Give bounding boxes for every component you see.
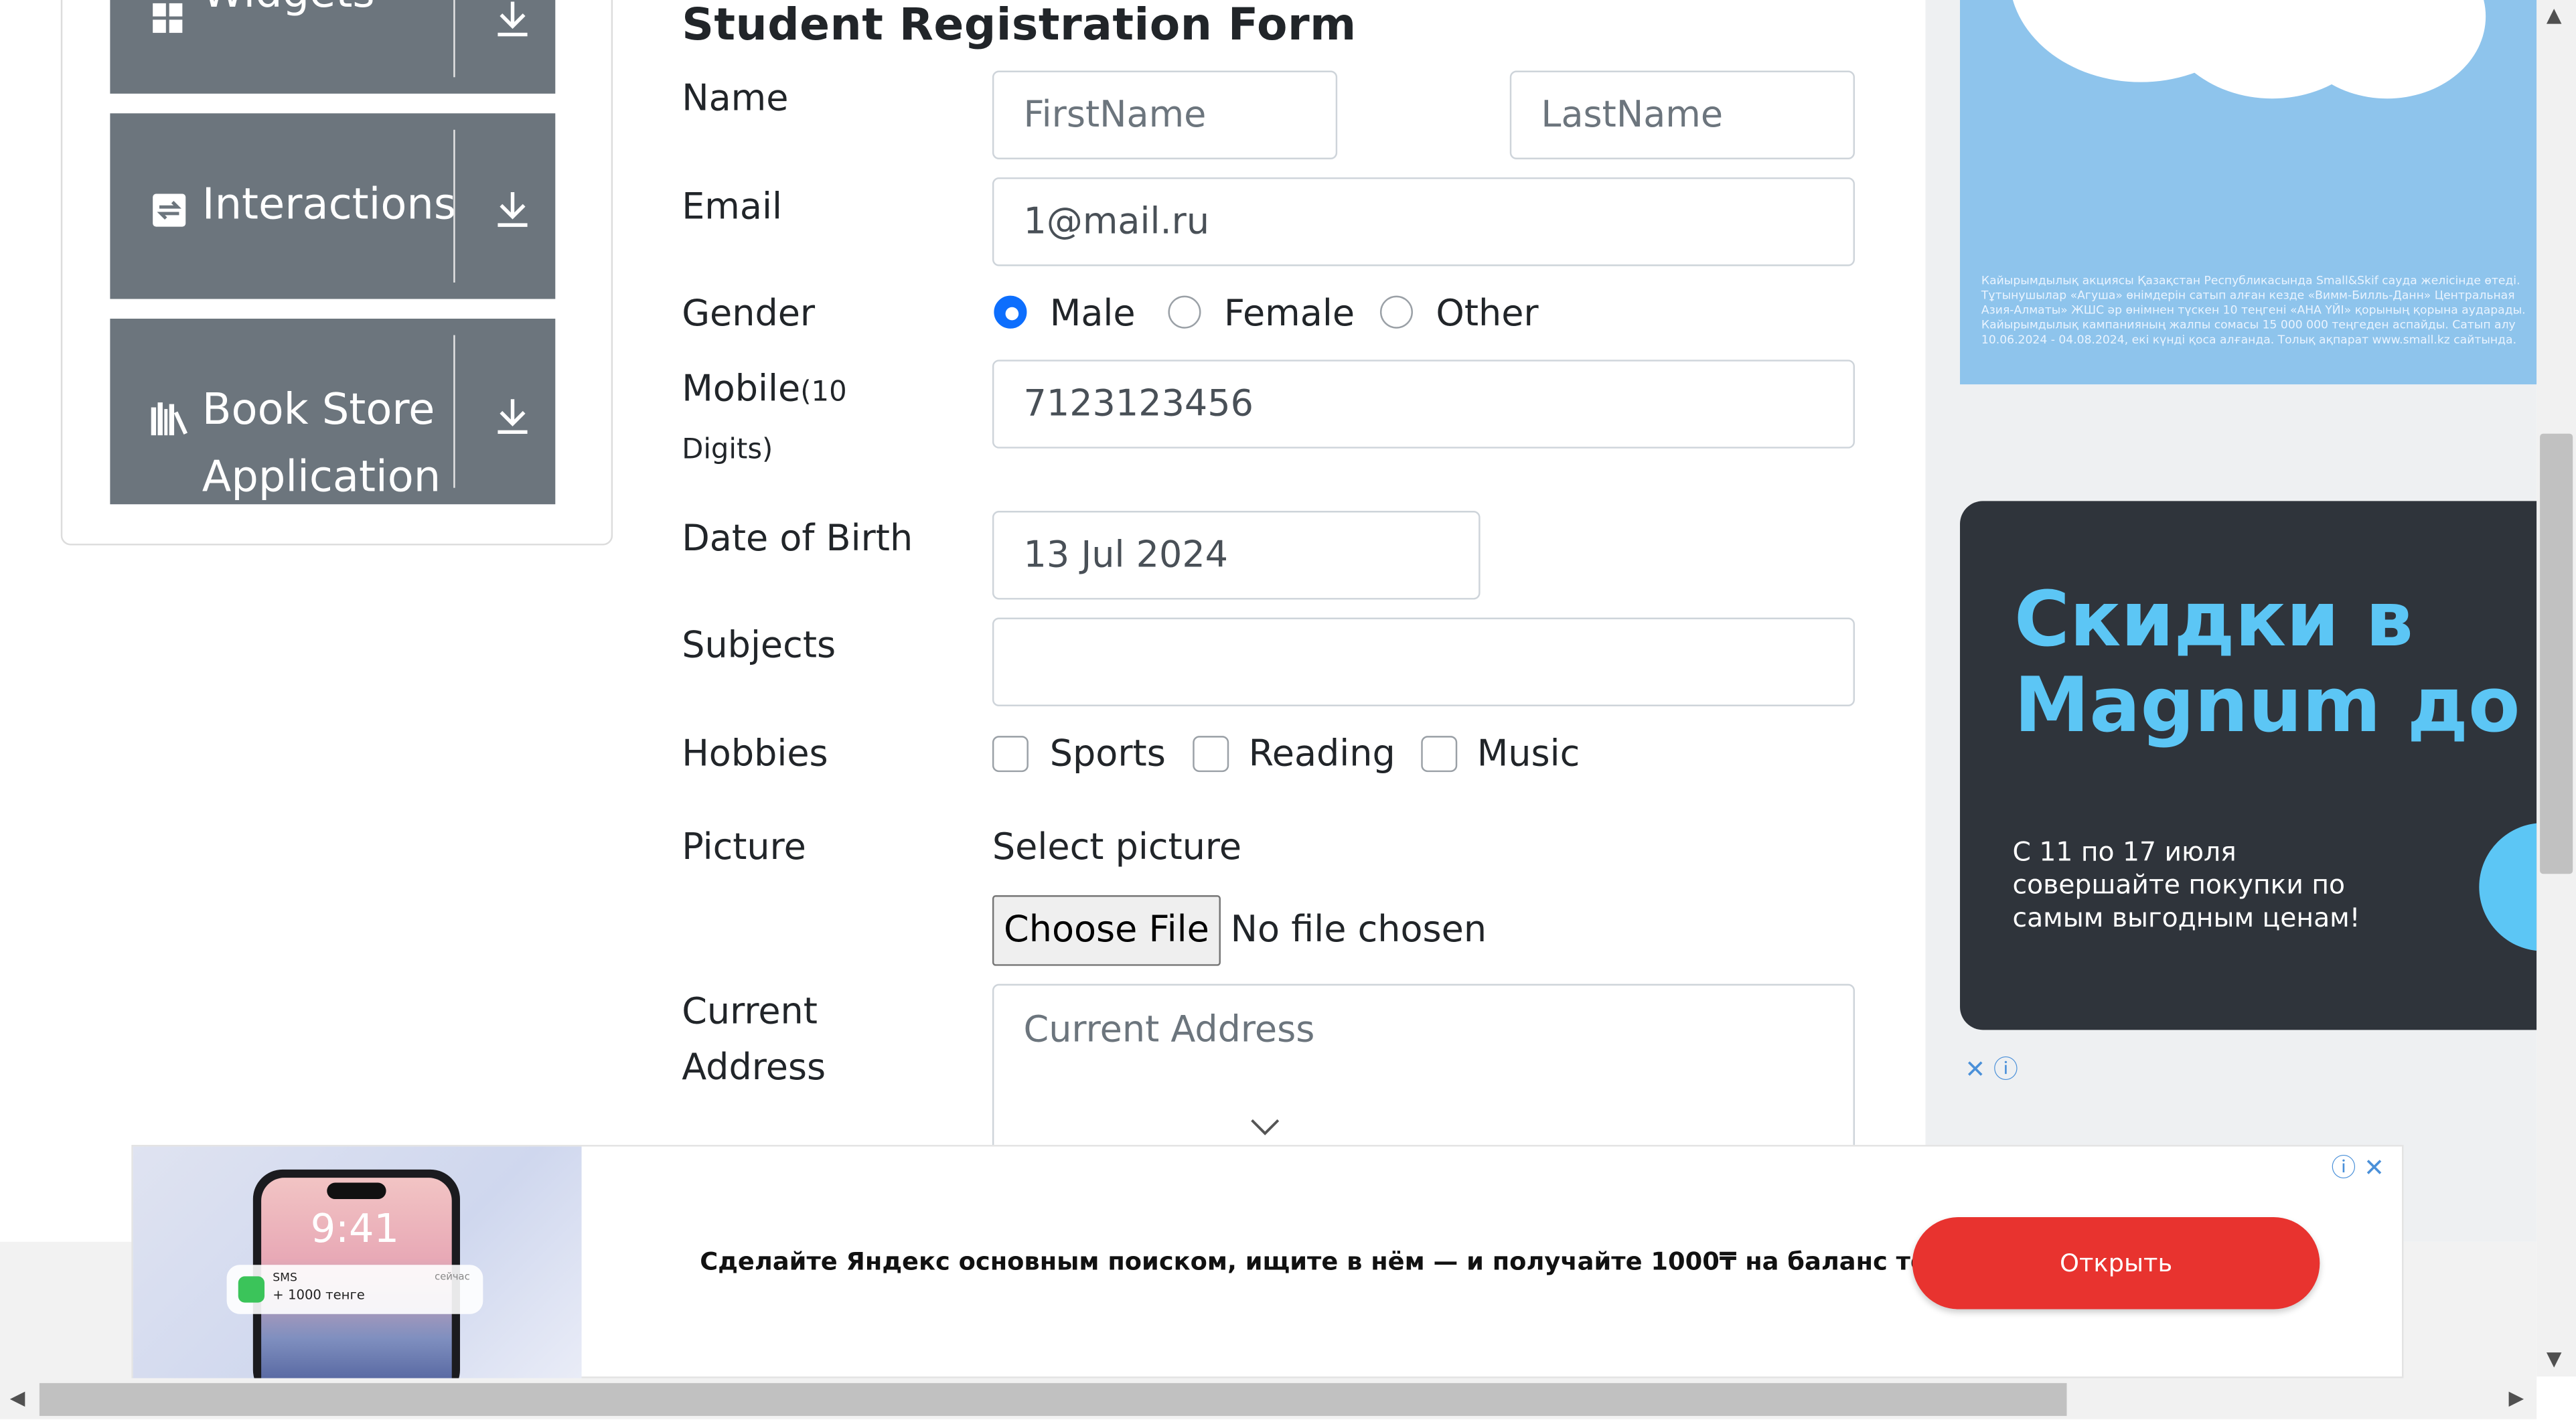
gender-other-radio[interactable] <box>1379 295 1414 329</box>
horizontal-scroll-thumb[interactable] <box>39 1383 2067 1416</box>
address-label: Current <box>682 992 818 1034</box>
mobile-label: Mobile(10 <box>682 370 846 410</box>
gender-female-label[interactable]: Female <box>1224 294 1355 335</box>
file-status: No file chosen <box>1230 910 1487 951</box>
hobby-reading-checkbox[interactable] <box>1193 736 1229 773</box>
download-icon[interactable] <box>491 394 534 437</box>
ad-controls[interactable]: ✕ ⓘ <box>1965 1051 2018 1086</box>
gender-male-label[interactable]: Male <box>1050 294 1136 335</box>
scroll-right-arrow-icon[interactable]: ▶ <box>2508 1387 2524 1409</box>
nav-group-widgets[interactable]: Widgets <box>110 0 556 94</box>
gender-female-radio[interactable] <box>1168 295 1201 329</box>
ad-fine-print: Кайырымдылық акциясы Қазақстан Республик… <box>1981 274 2526 347</box>
scroll-left-arrow-icon[interactable]: ◀ <box>10 1387 25 1409</box>
phone-time: 9:41 <box>310 1205 399 1252</box>
email-input[interactable]: 1@mail.ru <box>992 177 1855 266</box>
gender-male-radio[interactable] <box>994 295 1027 329</box>
nav-group-label: Interactions <box>202 180 457 230</box>
hobby-sports-label[interactable]: Sports <box>1050 734 1166 775</box>
banner-open-button[interactable]: Открыть <box>1912 1217 2320 1310</box>
email-label: Email <box>682 187 782 229</box>
subjects-input[interactable] <box>992 617 1855 707</box>
scroll-down-arrow-icon[interactable]: ▼ <box>2547 1347 2562 1370</box>
download-icon[interactable] <box>491 187 534 230</box>
banner-controls[interactable]: ⓘ ✕ <box>2332 1150 2384 1184</box>
divider <box>453 0 455 78</box>
last-name-input[interactable]: LastName <box>1509 70 1855 159</box>
nav-group-label: Book Store <box>202 386 435 436</box>
info-icon[interactable]: ⓘ <box>2332 1153 2356 1182</box>
divider <box>453 335 455 488</box>
interactions-icon <box>153 193 186 227</box>
nav-group-label: Widgets <box>202 0 375 28</box>
mobile-hint: (10 <box>800 376 847 409</box>
nav-group-interactions[interactable]: Interactions <box>110 113 556 299</box>
chevron-down-icon <box>1251 1119 1280 1135</box>
notification-app: SMS <box>273 1271 297 1285</box>
scroll-up-arrow-icon[interactable]: ▲ <box>2547 3 2562 26</box>
gender-label: Gender <box>682 294 816 335</box>
info-icon[interactable]: ⓘ <box>1993 1054 2018 1084</box>
dob-label: Date of Birth <box>682 519 913 560</box>
picture-label: Picture <box>682 827 806 869</box>
form-title: Student Registration Form <box>682 0 1357 52</box>
dob-input[interactable]: 13 Jul 2024 <box>992 511 1481 600</box>
subjects-label: Subjects <box>682 625 836 667</box>
book-store-icon <box>151 402 188 436</box>
hobbies-label: Hobbies <box>682 734 828 776</box>
banner-text: Сделайте Яндекс основным поиском, ищите … <box>700 1247 2037 1277</box>
mobile-input[interactable]: 7123123456 <box>992 360 1855 449</box>
message-icon <box>238 1276 265 1303</box>
widgets-icon <box>153 3 183 33</box>
address-label-line2: Address <box>682 1048 826 1089</box>
magnum-title-line1: Скидки в <box>2014 574 2414 664</box>
gender-other-label[interactable]: Other <box>1436 294 1538 335</box>
close-icon[interactable]: ✕ <box>2364 1153 2384 1182</box>
hobby-sports-checkbox[interactable] <box>992 736 1029 773</box>
download-icon[interactable] <box>491 0 534 40</box>
notification-time: сейчас <box>435 1271 470 1283</box>
mobile-hint-digits: Digits) <box>682 433 773 467</box>
bottom-ad-banner[interactable]: 9:41 SMS + 1000 тенге сейчас Сделайте Ян… <box>131 1145 2404 1378</box>
nav-group-label: Application <box>202 453 441 503</box>
close-icon[interactable]: ✕ <box>1965 1054 1985 1084</box>
nav-group-book-store[interactable]: Book Store Application <box>110 318 556 505</box>
mobile-label-text: Mobile <box>682 370 801 411</box>
first-name-input[interactable]: FirstName <box>992 70 1338 159</box>
notification-body: + 1000 тенге <box>273 1287 365 1303</box>
hobby-music-label[interactable]: Music <box>1477 734 1580 775</box>
magnum-subtitle: С 11 по 17 июля совершайте покупки по са… <box>2012 836 2360 933</box>
magnum-ad[interactable]: Скидки в Magnum до 50% С 11 по 17 июля с… <box>1960 501 2537 1030</box>
choose-file-button[interactable]: Choose File <box>992 895 1221 966</box>
hobby-reading-label[interactable]: Reading <box>1249 734 1395 775</box>
select-picture-label: Select picture <box>992 827 1242 869</box>
hobby-music-checkbox[interactable] <box>1421 736 1458 773</box>
magnum-arrow-button[interactable] <box>2479 823 2537 951</box>
banner-phone-image: 9:41 SMS + 1000 тенге сейчас <box>133 1146 582 1378</box>
vertical-scroll-thumb[interactable] <box>2540 433 2573 874</box>
divider <box>453 129 455 283</box>
magnum-title-line2: Magnum до 50% <box>2014 660 2536 749</box>
phone-notification: SMS + 1000 тенге сейчас <box>226 1265 483 1314</box>
name-label: Name <box>682 78 789 121</box>
